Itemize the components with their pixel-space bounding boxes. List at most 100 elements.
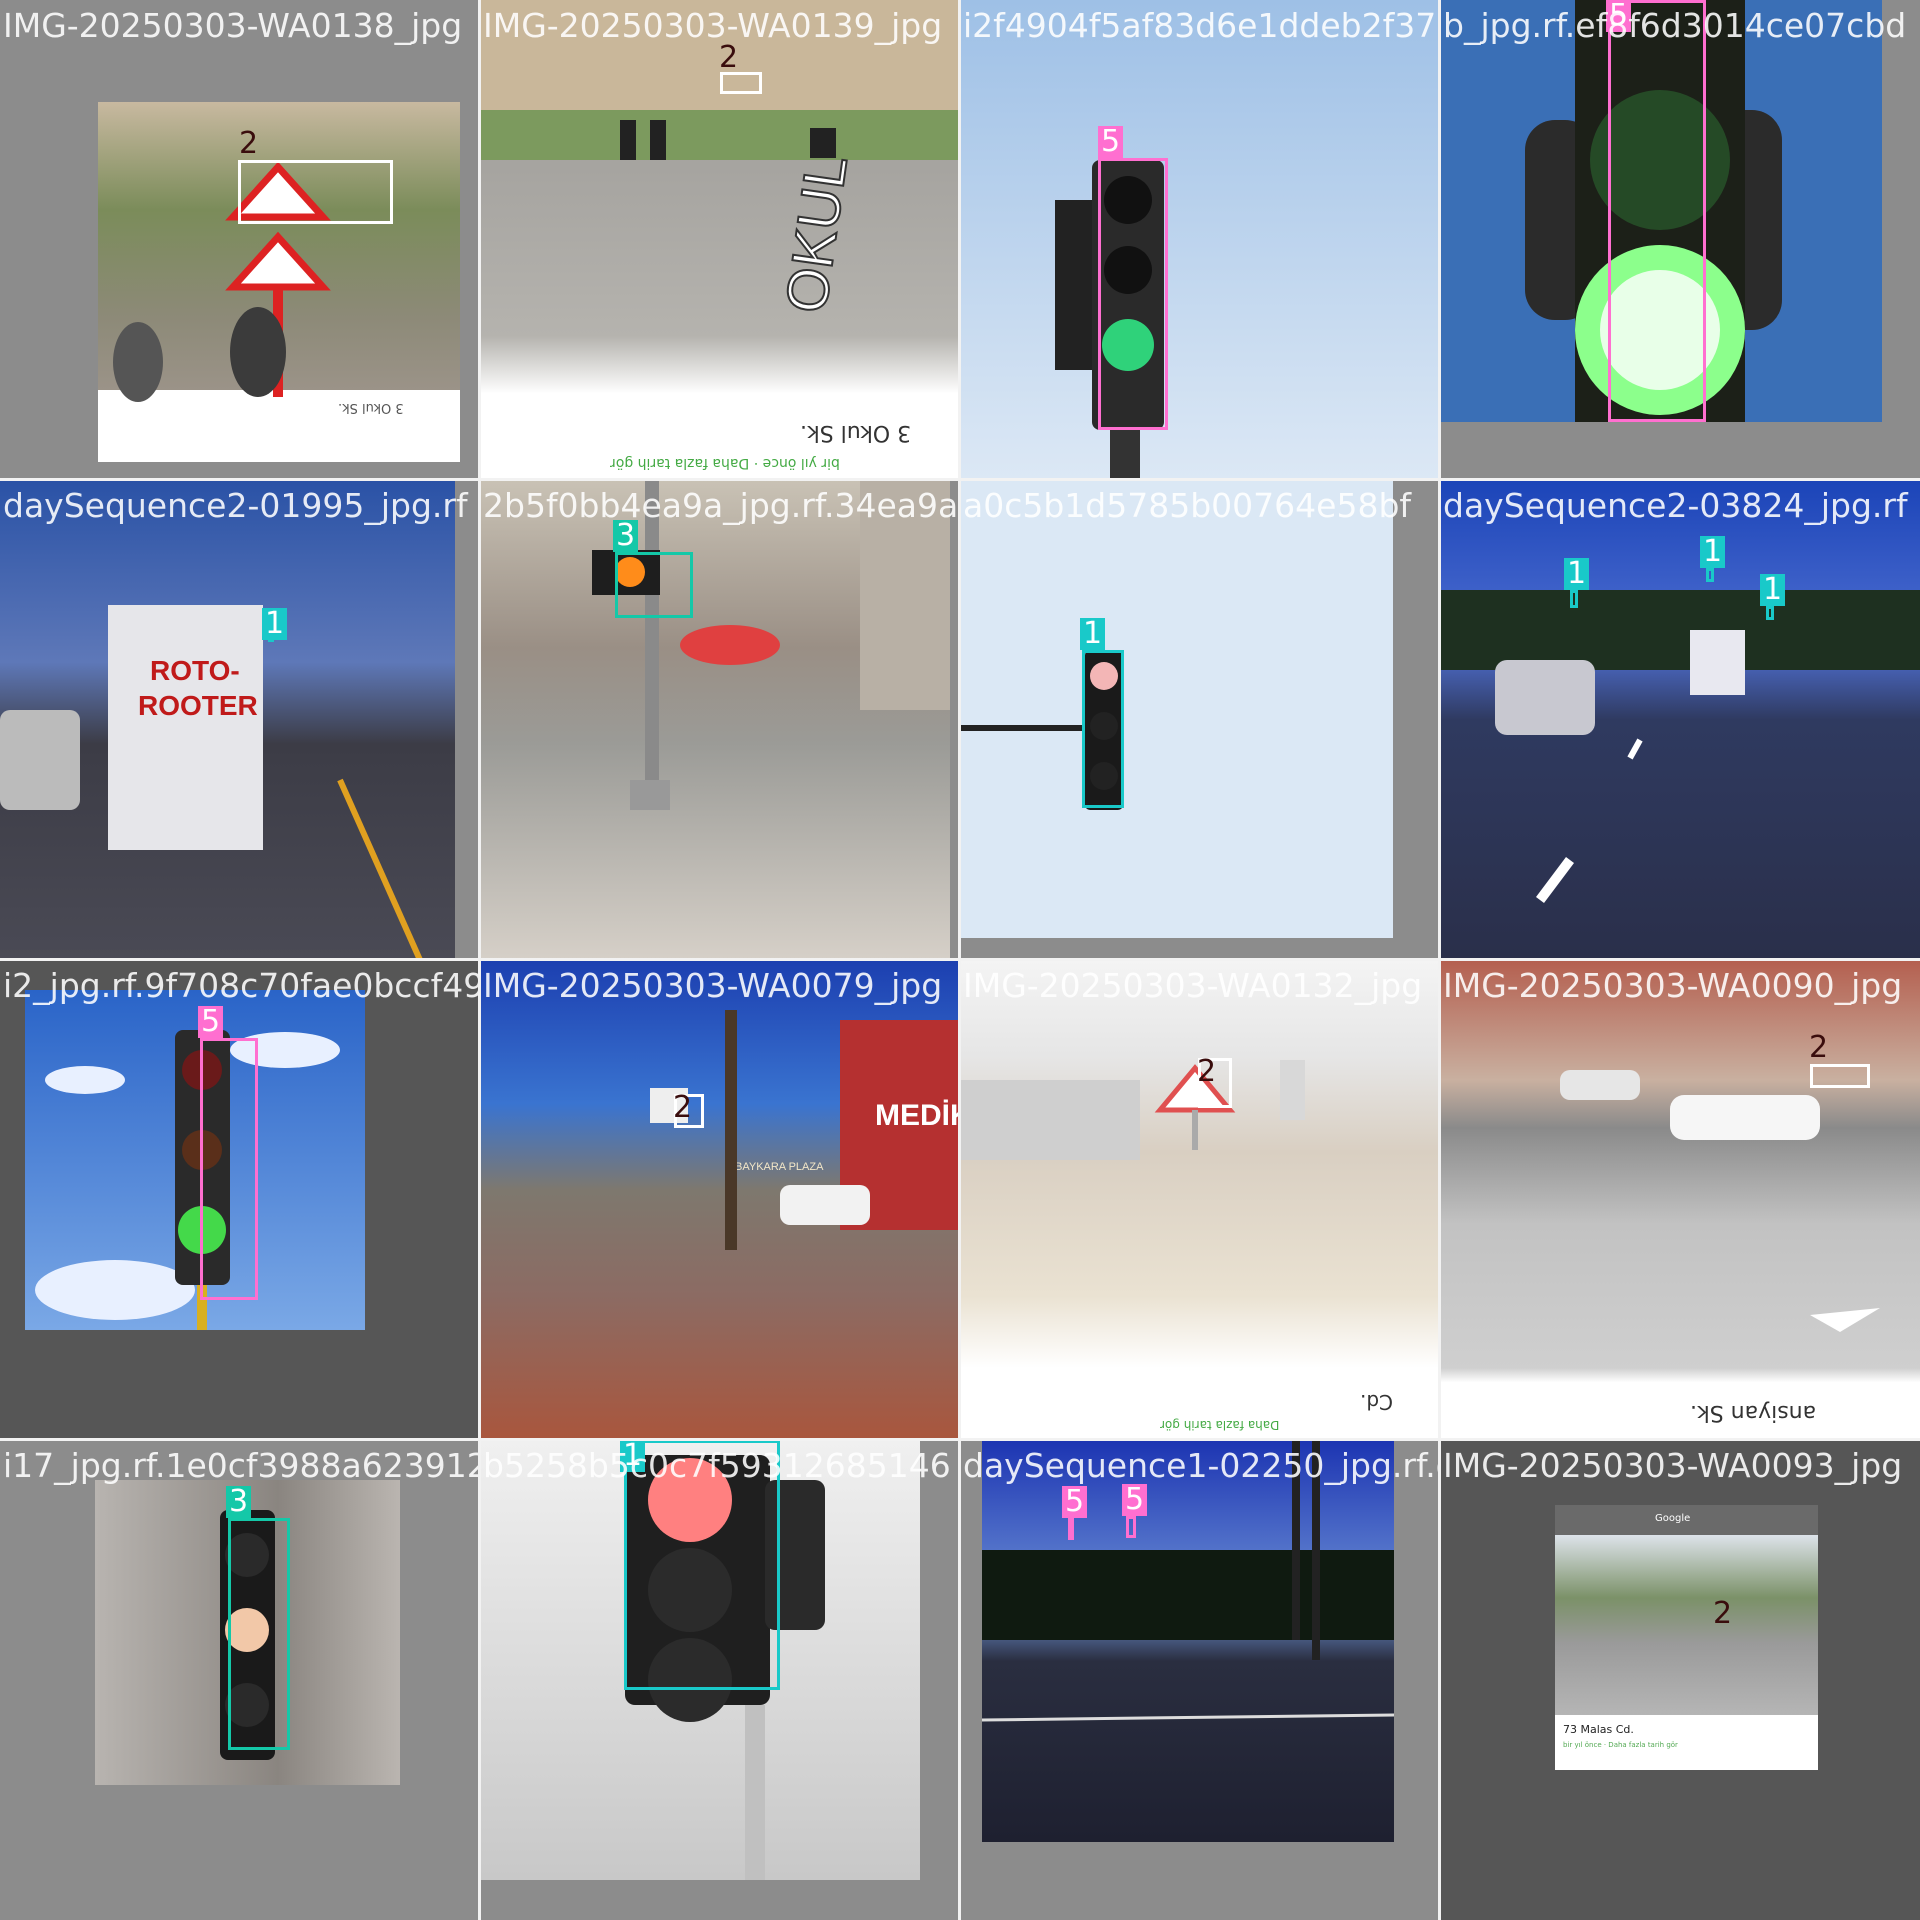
bbox-label: 5 (198, 1006, 224, 1038)
svg-text:ROTO-: ROTO- (150, 655, 240, 686)
bbox-label: 1 (262, 608, 288, 640)
bbox-label: 2 (1197, 1054, 1217, 1089)
shop-sign-text: MEDİKAL (875, 1099, 960, 1132)
tile-filename: 2b5f0bb4ea9a_jpg.rf.34ea9a (483, 486, 959, 525)
street-photo (1555, 1535, 1818, 1715)
tile-7: 1 1 1 daySequence2-03824_jpg.rf (1440, 480, 1920, 960)
tile-12: 3 i17_jpg.rf.1e0cf3988a623912 (0, 1440, 480, 1920)
tile-filename: daySequence2-03824_jpg.rf (1443, 486, 1908, 525)
bbox-label: 5 (1062, 1486, 1088, 1518)
bbox-class-1 (1706, 568, 1714, 582)
bbox-label: 5 (1122, 1484, 1148, 1516)
bbox-label: 1 (1080, 618, 1106, 650)
bbox-class-1 (1766, 606, 1774, 620)
svg-text:OKUL: OKUL (774, 151, 860, 316)
tile-image: ansiyan Sk. (1440, 960, 1920, 1440)
street-caption: 3 Okul Sk. (338, 400, 404, 415)
street-scene: ROTO- ROOTER (0, 605, 423, 960)
tile-image: 3 Okul Sk. (98, 102, 460, 462)
bbox-label: 2 (1713, 1596, 1733, 1631)
street-scene (592, 480, 950, 810)
tile-filename: i2f4904f5af83d6e1ddeb2f37c02 (963, 6, 1440, 45)
tile-image: Cd. Daha fazla tarih gör (960, 960, 1440, 1440)
tile-filename: IMG-20250303-WA0132_jpg (963, 966, 1423, 1005)
tile-filename: IMG-20250303-WA0090_jpg (1443, 966, 1903, 1005)
bbox-class-5 (1608, 0, 1706, 422)
tile-15: Google 73 Malas Cd. bir yıl önce · Daha … (1440, 1440, 1920, 1920)
tile-filename: IMG-20250303-WA0138_jpg (3, 6, 463, 45)
tile-filename: daySequence2-01995_jpg.rf (3, 486, 468, 525)
tile-13: 1 b5258b5c0c7f59312685146 (480, 1440, 960, 1920)
bbox-label: 2 (239, 126, 259, 161)
tile-filename: b_jpg.rf.ef8f6d3014ce07cbd (1443, 6, 1907, 45)
tile-image (1440, 480, 1920, 960)
tile-6: 1 a0c5b1d5785b00764e58bf (960, 480, 1440, 960)
tile-11: ansiyan Sk. 2 IMG-20250303-WA0090_jpg (1440, 960, 1920, 1440)
grid-divider (0, 1438, 1920, 1441)
bbox-class-5 (1126, 1516, 1136, 1538)
street-caption: 3 Okul Sk. (800, 420, 912, 445)
tile-1: OKUL 3 Okul Sk. bir yıl önce · Daha fazl… (480, 0, 960, 480)
tile-image: MEDİKAL BAYKARA PLAZA (480, 960, 960, 1440)
traffic-light-icon (1055, 160, 1164, 480)
tile-image: Google 73 Malas Cd. bir yıl önce · Daha … (1555, 1505, 1818, 1770)
tile-filename: daySequence1-02250_jpg.rf.de596 (963, 1446, 1440, 1485)
school-sign-icon (113, 161, 331, 402)
street-scene (982, 1440, 1394, 1722)
tile-filename: IMG-20250303-WA0139_jpg (483, 6, 943, 45)
tile-filename: IMG-20250303-WA0093_jpg (1443, 1446, 1903, 1485)
plaza-sign-text: BAYKARA PLAZA (735, 1161, 824, 1173)
tile-filename: i2_jpg.rf.9f708c70fae0bccf4996 (3, 966, 480, 1005)
bbox-label: 2 (719, 40, 739, 75)
street-subcaption: bir yıl önce · Daha fazla tarih gör (1563, 1741, 1678, 1749)
bbox-label: 2 (1809, 1030, 1829, 1065)
bbox-class-2 (1810, 1064, 1870, 1088)
bbox-label: 1 (1564, 558, 1590, 590)
bbox-class-3 (615, 552, 693, 618)
bbox-class-2 (720, 72, 762, 94)
tile-filename: i17_jpg.rf.1e0cf3988a623912 (3, 1446, 480, 1485)
tile-9: MEDİKAL BAYKARA PLAZA 2 IMG-20250303-WA0… (480, 960, 960, 1440)
street-caption: Cd. (1360, 1390, 1394, 1414)
bbox-class-1 (1082, 650, 1124, 808)
bbox-label: 2 (673, 1090, 693, 1125)
bbox-class-1 (1570, 590, 1578, 608)
street-subcaption: bir yıl önce · Daha fazla tarih gör (610, 455, 840, 471)
tile-filename: a0c5b1d5785b00764e58bf (963, 486, 1412, 525)
tile-image (480, 480, 950, 960)
bbox-class-5 (1068, 1518, 1074, 1540)
traffic-light-icon (960, 650, 1123, 810)
grid-divider (0, 958, 1920, 961)
detection-mosaic: 3 Okul Sk. 2 IMG-20250303-WA0138_jpg OKU… (0, 0, 1920, 1920)
grid-divider (0, 478, 1920, 481)
tile-2: 5 i2f4904f5af83d6e1ddeb2f37c02 (960, 0, 1440, 480)
street-scene (960, 1060, 1305, 1160)
tile-4: ROTO- ROOTER 1 daySequence2-01995_jpg.rf (0, 480, 480, 960)
street-subcaption: Daha fazla tarih gör (1160, 1418, 1280, 1432)
bbox-label: 1 (1760, 574, 1786, 606)
bbox-class-5 (1098, 158, 1168, 430)
brand-label: Google (1655, 1513, 1691, 1524)
tile-image (960, 0, 1440, 480)
tile-14: 5 5 daySequence1-02250_jpg.rf.de596 (960, 1440, 1440, 1920)
tile-image (982, 1440, 1394, 1842)
bbox-class-5 (200, 1038, 258, 1300)
street-scene: MEDİKAL BAYKARA PLAZA (650, 1010, 960, 1250)
tile-filename: b5258b5c0c7f59312685146 (483, 1446, 951, 1485)
tile-image: ROTO- ROOTER (0, 480, 455, 960)
street-scene (1560, 1070, 1880, 1332)
street-caption: ansiyan Sk. (1690, 1400, 1817, 1425)
tile-filename: IMG-20250303-WA0079_jpg (483, 966, 943, 1005)
bbox-label: 5 (1098, 126, 1124, 158)
street-caption: 73 Malas Cd. (1563, 1723, 1634, 1736)
bbox-label: 1 (1700, 536, 1726, 568)
bbox-class-2 (238, 160, 393, 224)
tile-8: 5 i2_jpg.rf.9f708c70fae0bccf4996 (0, 960, 480, 1440)
tile-3: 5 b_jpg.rf.ef8f6d3014ce07cbd (1440, 0, 1920, 480)
svg-text:ROOTER: ROOTER (138, 690, 258, 721)
tile-5: 3 2b5f0bb4ea9a_jpg.rf.34ea9a (480, 480, 960, 960)
bbox-class-3 (228, 1518, 290, 1750)
traffic-light-icon (35, 1030, 340, 1330)
tile-image (960, 480, 1393, 938)
tile-image (25, 990, 365, 1330)
